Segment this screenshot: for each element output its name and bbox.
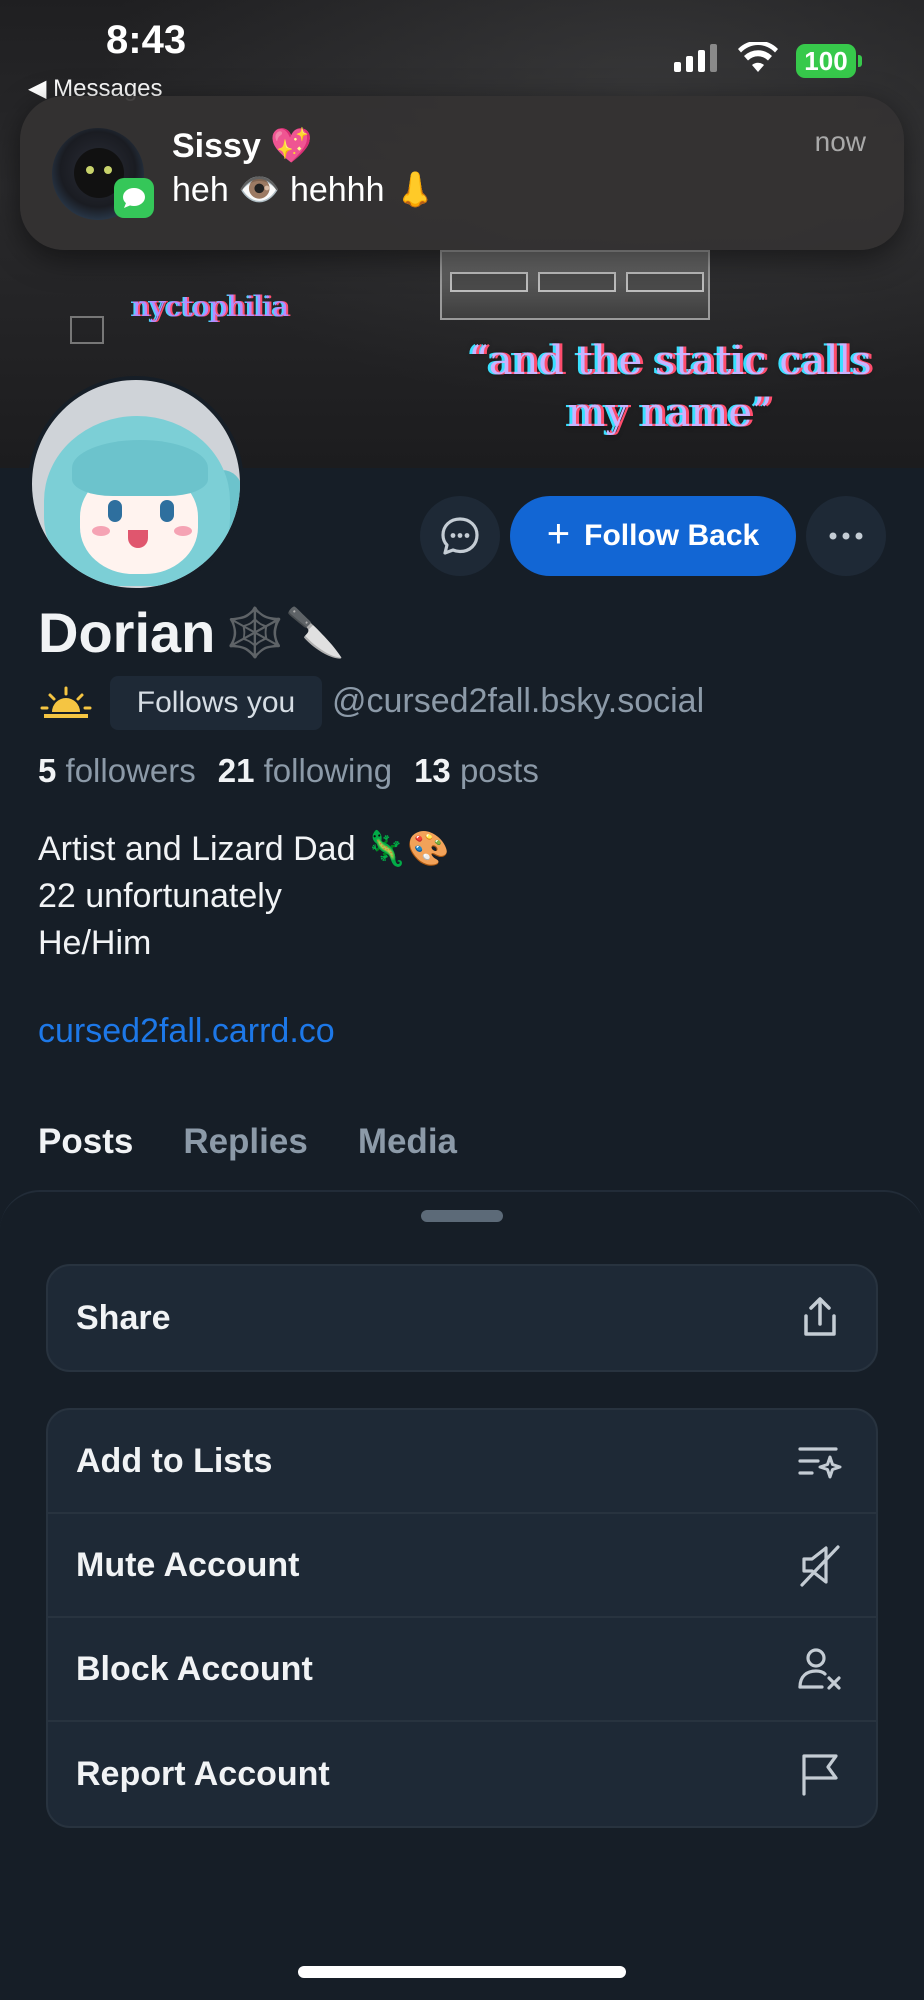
profile-handle: @cursed2fall.bsky.social [332,682,705,720]
banner-quote: “and the static calls my name” [420,335,920,439]
home-indicator[interactable] [298,1966,626,1978]
sunrise-icon [40,686,92,727]
banner-quote-line1: “and the static calls [468,338,872,384]
profile-bio: Artist and Lizard Dad 🦎🎨 22 unfortunatel… [38,826,450,967]
speaker-mute-icon [794,1539,846,1591]
profile-tabs: Posts Replies Media [38,1122,457,1162]
bio-line: 22 unfortunately [38,877,282,915]
followers-label: followers [65,752,196,789]
list-sparkle-icon [794,1435,846,1487]
person-x-icon [794,1643,846,1695]
battery-cap [858,55,862,67]
display-name-emoji: 🕸️🔪 [225,607,345,660]
ellipsis-icon [829,532,863,540]
account-actions-group: Add to Lists Mute Account Block Account … [46,1408,878,1828]
status-time: 8:43 [106,18,187,62]
share-group: Share [46,1264,878,1372]
chat-bubble-icon [441,517,479,555]
following-count: 21 [217,752,255,789]
following-stat[interactable]: 21 following [218,752,392,790]
bio-website-link[interactable]: cursed2fall.carrd.co [38,1012,335,1051]
block-account-label: Block Account [76,1649,313,1688]
follow-back-label: Follow Back [584,519,760,552]
mute-account-label: Mute Account [76,1545,300,1584]
posts-label: posts [459,752,539,789]
wifi-icon [738,40,778,79]
following-label: following [263,752,393,789]
followers-stat[interactable]: 5 followers [38,752,196,790]
display-name: Dorian 🕸️🔪 [38,600,345,665]
more-options-button[interactable] [806,496,886,576]
banner-word: nyctophilia [132,290,290,323]
profile-avatar[interactable] [28,376,244,592]
sheet-drag-handle[interactable] [421,1210,503,1222]
tab-posts[interactable]: Posts [38,1122,133,1162]
report-account-label: Report Account [76,1754,330,1793]
messages-icon [114,178,154,218]
profile-screen: nyctophilia “and the static calls my nam… [0,0,924,2000]
bio-line: He/Him [38,924,152,962]
status-bar: 8:43 ◀ Messages 100 [0,0,924,110]
profile-options-sheet: Share Add to Lists Mute Account Block Ac… [0,1190,924,2000]
posts-count: 13 [414,752,451,789]
banner-quote-line2: my name” [567,390,773,436]
message-notification[interactable]: Sissy 💖 heh 👁️ hehhh 👃 now [20,96,904,250]
mute-account-option[interactable]: Mute Account [48,1514,876,1618]
add-to-lists-option[interactable]: Add to Lists [48,1410,876,1514]
followers-count: 5 [38,752,57,789]
flag-icon [794,1748,846,1800]
battery-icon: 100 [796,44,856,78]
block-account-option[interactable]: Block Account [48,1618,876,1722]
add-to-lists-label: Add to Lists [76,1441,273,1480]
share-icon [794,1292,846,1344]
share-label: Share [76,1298,171,1337]
notification-time: now [814,126,866,157]
display-name-text: Dorian [38,601,216,664]
tab-media[interactable]: Media [358,1122,457,1162]
posts-stat: 13 posts [414,752,539,790]
notification-sender: Sissy 💖 [172,127,313,165]
profile-stats: 5 followers 21 following 13 posts [38,752,539,790]
plus-icon: + [546,512,571,556]
notification-message: heh 👁️ hehhh 👃 [172,171,437,209]
report-account-option[interactable]: Report Account [48,1722,876,1826]
bio-line: Artist and Lizard Dad 🦎🎨 [38,830,450,868]
cellular-signal-icon [674,44,717,72]
tab-replies[interactable]: Replies [183,1122,308,1162]
banner-buttons-graphic [450,272,704,292]
banner-square-graphic [70,316,104,344]
share-option[interactable]: Share [48,1266,876,1370]
follows-you-badge: Follows you [110,676,322,730]
message-button[interactable] [420,496,500,576]
follow-back-button[interactable]: + Follow Back [510,496,796,576]
